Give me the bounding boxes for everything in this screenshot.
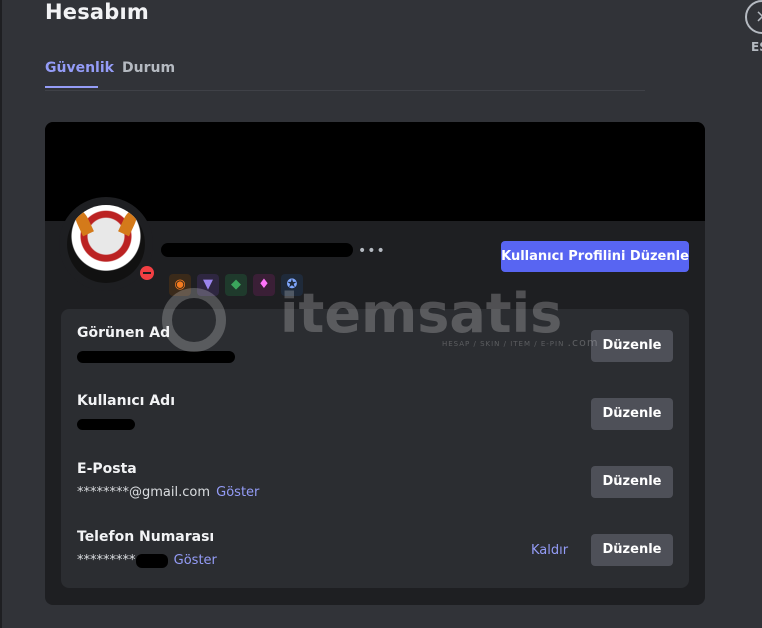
avatar-ring [59, 197, 157, 291]
email-value: ********@gmail.com Göster [77, 485, 259, 500]
edit-display-name-button[interactable]: Düzenle [591, 330, 673, 362]
field-display-name: Görünen Ad Düzenle [77, 325, 673, 385]
field-email: E-Posta ********@gmail.com Göster Düzenl… [77, 461, 673, 521]
field-label: Görünen Ad [77, 325, 171, 341]
profile-banner [45, 122, 705, 221]
redacted-value [77, 350, 235, 363]
tab-security[interactable]: Güvenlik [45, 60, 114, 76]
account-settings-page: Hesabım × ESC Güvenlik Durum ••• ◉ ▼ ◆ ♦… [2, 0, 762, 628]
esc-label: ESC [751, 40, 762, 54]
show-phone-link[interactable]: Göster [174, 553, 217, 568]
edit-phone-button[interactable]: Düzenle [591, 534, 673, 566]
field-username: Kullanıcı Adı Düzenle [77, 393, 673, 453]
phone-masked: ********* [77, 553, 136, 568]
show-email-link[interactable]: Göster [216, 485, 259, 500]
status-indicator [137, 263, 157, 283]
field-label: Kullanıcı Adı [77, 393, 176, 409]
display-name-value [77, 349, 235, 364]
username-value [77, 417, 135, 432]
close-icon: × [755, 6, 762, 27]
pink-gem-badge-icon[interactable]: ♦ [253, 274, 275, 296]
page-title: Hesabım [45, 0, 150, 24]
horn-decoration-left [72, 207, 94, 237]
avatar[interactable] [67, 205, 145, 283]
orange-badge-icon[interactable]: ◉ [169, 274, 191, 296]
phone-value: ********* Göster [77, 553, 217, 568]
active-tab-indicator [45, 86, 98, 88]
account-fields-panel: Görünen Ad Düzenle Kullanıcı Adı Düzenle… [61, 309, 689, 588]
email-masked: ********@gmail.com [77, 485, 211, 500]
more-icon[interactable]: ••• [358, 243, 386, 259]
edit-username-button[interactable]: Düzenle [591, 398, 673, 430]
horn-decoration-right [118, 207, 140, 237]
blue-laurel-badge-icon[interactable]: ✪ [281, 274, 303, 296]
purple-badge-icon[interactable]: ▼ [197, 274, 219, 296]
redacted-value [135, 553, 168, 568]
edit-user-profile-button[interactable]: Kullanıcı Profilini Düzenle [501, 241, 689, 272]
profile-card: ••• ◉ ▼ ◆ ♦ ✪ Kullanıcı Profilini Düzenl… [45, 122, 705, 605]
field-label: Telefon Numarası [77, 529, 215, 545]
field-label: E-Posta [77, 461, 137, 477]
tab-bar: Güvenlik Durum [45, 58, 645, 91]
edit-email-button[interactable]: Düzenle [591, 466, 673, 498]
remove-phone-link[interactable]: Kaldır [531, 543, 568, 558]
close-button[interactable]: × [745, 0, 762, 34]
field-phone: Telefon Numarası ********* Göster Kaldır… [77, 529, 673, 589]
green-badge-icon[interactable]: ◆ [225, 274, 247, 296]
dnd-status-icon [140, 266, 154, 280]
tab-status[interactable]: Durum [122, 60, 175, 76]
redacted-value [77, 419, 135, 430]
display-name-redacted [161, 243, 353, 257]
